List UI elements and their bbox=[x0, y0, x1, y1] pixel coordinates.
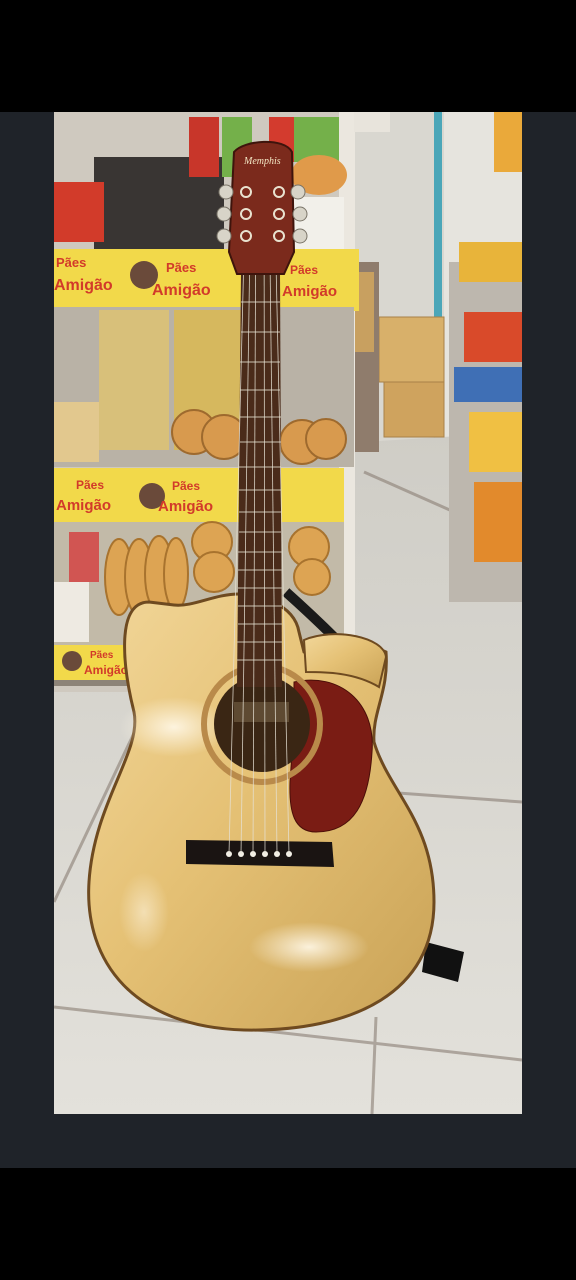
shelf-sign-line1: Pães bbox=[166, 260, 196, 275]
guitar-bridge bbox=[186, 840, 334, 867]
photo-canvas: Pães Amigão Pães Amigão Pães Amigão Pães… bbox=[54, 112, 522, 1114]
shelf-sign-line1: Pães bbox=[172, 479, 200, 493]
shelf-sign-line1: Pães bbox=[56, 255, 86, 270]
guitar-photo: Pães Amigão Pães Amigão Pães Amigão Pães… bbox=[54, 112, 522, 1114]
shelf-sign-line1: Pães bbox=[76, 478, 104, 492]
guitar-neck bbox=[237, 272, 282, 687]
shelf-sign-line2: Amigão bbox=[54, 277, 113, 294]
shelf-sign-line2: Amigão bbox=[282, 283, 337, 300]
mascot-icon bbox=[62, 651, 82, 671]
cardboard-boxes bbox=[378, 316, 445, 438]
shelf-sign-line2: Amigão bbox=[56, 497, 111, 514]
shelf-sign-line2: Amigão bbox=[152, 282, 211, 299]
sound-hole bbox=[214, 676, 310, 772]
shelf-sign-line2: Amigão bbox=[158, 498, 213, 515]
bottom-black-bar bbox=[0, 1168, 576, 1280]
headstock-logo: Memphis bbox=[243, 156, 281, 167]
shelf-sign-line1: Pães bbox=[90, 650, 114, 661]
shelf-sign-line2: Amigão bbox=[84, 663, 128, 677]
shelf-sign-line1: Pães bbox=[290, 263, 318, 277]
top-black-bar bbox=[0, 0, 576, 112]
